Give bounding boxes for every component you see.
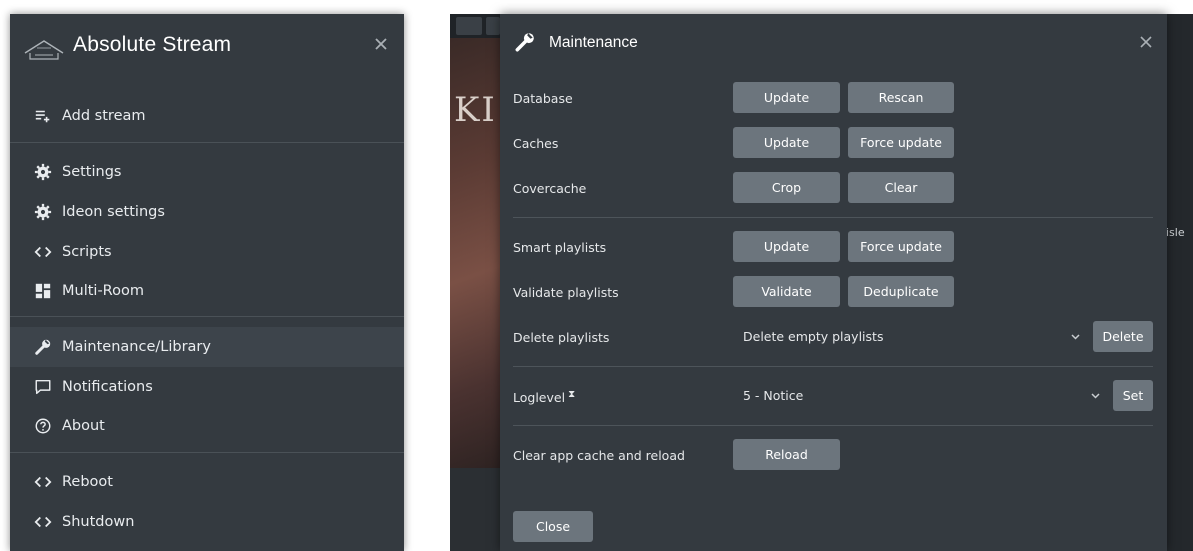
database-update-button[interactable]: Update	[733, 82, 840, 113]
sidebar-item-label: About	[62, 418, 105, 434]
covercache-clear-button[interactable]: Clear	[848, 172, 954, 203]
background-panel	[1165, 14, 1193, 551]
sidebar-item-add-stream[interactable]: Add stream	[10, 96, 404, 136]
divider	[10, 142, 404, 143]
sidebar-item-ideon-settings[interactable]: Ideon settings	[10, 192, 404, 232]
sidebar-item-maintenance-library[interactable]: Maintenance/Library	[10, 327, 404, 367]
caches-update-button[interactable]: Update	[733, 127, 840, 158]
app-title: Absolute Stream	[73, 33, 232, 56]
gear-icon	[33, 162, 53, 182]
playlist-add-icon	[33, 106, 53, 126]
select-value: 5 - Notice	[743, 388, 804, 403]
code-icon	[33, 472, 53, 492]
dashboard-icon	[33, 281, 53, 301]
sidebar-item-label: Add stream	[62, 108, 146, 124]
code-icon	[33, 242, 53, 262]
loglevel-label-text: Loglevel	[513, 390, 566, 406]
help-circle-icon	[33, 416, 53, 436]
sidebar-item-label: Shutdown	[62, 514, 135, 530]
delete-playlists-button[interactable]: Delete	[1093, 321, 1153, 352]
sidebar-item-settings[interactable]: Settings	[10, 152, 404, 192]
database-rescan-button[interactable]: Rescan	[848, 82, 954, 113]
wrench-icon	[515, 33, 534, 52]
sidebar-item-label: Reboot	[62, 474, 113, 490]
background-text: isle	[1166, 226, 1185, 239]
chevron-down-icon	[1091, 393, 1100, 399]
hourglass-icon: ⧗	[568, 389, 576, 400]
loglevel-set-button[interactable]: Set	[1113, 380, 1153, 411]
gear-icon	[33, 202, 53, 222]
chevron-down-icon	[1071, 334, 1080, 340]
database-label: Database	[513, 91, 573, 106]
sidebar-item-label: Notifications	[62, 379, 153, 395]
sidebar-item-label: Settings	[62, 164, 122, 180]
maintenance-dialog: Maintenance Database Update Rescan Cache…	[500, 14, 1167, 551]
code-icon	[33, 512, 53, 532]
background-chip	[456, 17, 482, 35]
validate-playlists-deduplicate-button[interactable]: Deduplicate	[848, 276, 954, 307]
delete-playlists-select[interactable]: Delete empty playlists	[733, 321, 1090, 352]
smart-playlists-force-update-button[interactable]: Force update	[848, 231, 954, 262]
close-button[interactable]: Close	[513, 511, 593, 542]
clear-cache-label: Clear app cache and reload	[513, 448, 685, 463]
sidebar-item-reboot[interactable]: Reboot	[10, 462, 404, 502]
sidebar-item-multi-room[interactable]: Multi-Room	[10, 271, 404, 311]
smart-playlists-update-button[interactable]: Update	[733, 231, 840, 262]
dialog-header: Maintenance	[500, 14, 1167, 72]
reload-button[interactable]: Reload	[733, 439, 840, 470]
divider	[513, 425, 1153, 426]
sidebar-menu: Absolute Stream Add stream Settings Ideo…	[10, 14, 404, 551]
dialog-title: Maintenance	[549, 34, 638, 51]
album-cover: KI	[450, 38, 500, 468]
sidebar-item-label: Scripts	[62, 244, 112, 260]
wrench-icon	[33, 337, 53, 357]
message-icon	[33, 377, 53, 397]
validate-playlists-validate-button[interactable]: Validate	[733, 276, 840, 307]
sidebar-item-scripts[interactable]: Scripts	[10, 232, 404, 272]
smart-playlists-label: Smart playlists	[513, 240, 607, 255]
sidebar-item-label: Maintenance/Library	[62, 339, 211, 355]
close-icon[interactable]	[371, 34, 391, 54]
album-cover-text: KI	[454, 90, 497, 130]
close-icon[interactable]	[1138, 34, 1154, 50]
divider	[10, 316, 404, 317]
sidebar-item-label: Multi-Room	[62, 283, 144, 299]
sidebar-header: Absolute Stream	[10, 14, 404, 80]
sidebar-item-notifications[interactable]: Notifications	[10, 367, 404, 407]
caches-force-update-button[interactable]: Force update	[848, 127, 954, 158]
delete-playlists-label: Delete playlists	[513, 330, 610, 345]
covercache-crop-button[interactable]: Crop	[733, 172, 840, 203]
divider	[513, 366, 1153, 367]
loglevel-label: Loglevel ⧗	[513, 389, 575, 405]
select-value: Delete empty playlists	[743, 329, 884, 344]
sidebar-item-about[interactable]: About	[10, 406, 404, 446]
sidebar-item-shutdown[interactable]: Shutdown	[10, 502, 404, 542]
background-chip	[486, 17, 500, 35]
validate-playlists-label: Validate playlists	[513, 285, 619, 300]
caches-label: Caches	[513, 136, 559, 151]
divider	[10, 452, 404, 453]
divider	[513, 217, 1153, 218]
loglevel-select[interactable]: 5 - Notice	[733, 380, 1110, 411]
logo-icon	[24, 40, 64, 60]
sidebar-item-label: Ideon settings	[62, 204, 165, 220]
covercache-label: Covercache	[513, 181, 587, 196]
